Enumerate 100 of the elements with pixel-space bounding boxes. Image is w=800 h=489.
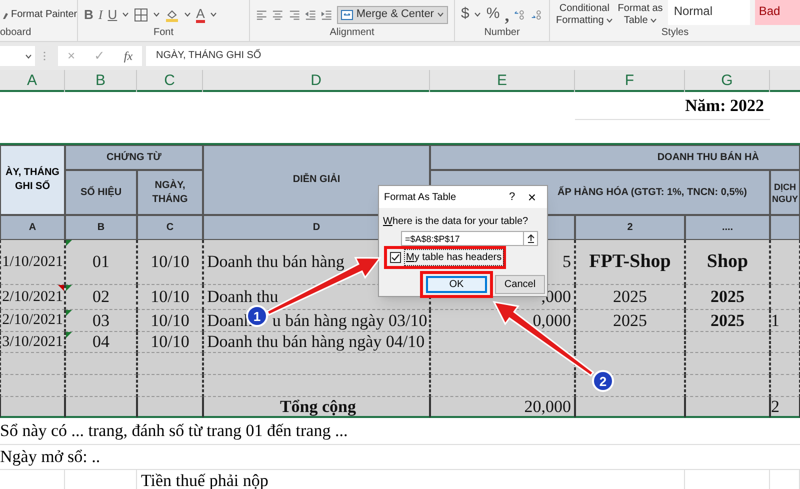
table-cell bbox=[137, 397, 203, 418]
decrease-decimal-icon[interactable] bbox=[531, 8, 543, 22]
header-cell: A bbox=[0, 215, 65, 240]
decrease-indent-icon[interactable] bbox=[304, 10, 316, 20]
header-cell: 2 bbox=[575, 215, 685, 240]
cancel-button[interactable]: Cancel bbox=[495, 275, 545, 294]
table-cell: 10/10 bbox=[137, 332, 203, 353]
table-cell: 1/10/2021 bbox=[0, 240, 65, 285]
table-cell: 02 bbox=[65, 285, 137, 310]
error-indicator-icon bbox=[66, 310, 72, 316]
table-cell: 04 bbox=[65, 332, 137, 353]
column-header[interactable]: C bbox=[137, 70, 203, 92]
header-cell: SỐ HIỆU bbox=[65, 170, 137, 215]
normal-style-button[interactable]: Normal bbox=[668, 0, 750, 24]
merge-center-button[interactable]: Merge & Center bbox=[337, 6, 448, 24]
group-label: oboard bbox=[0, 27, 32, 39]
dropdown-caret-icon[interactable] bbox=[606, 18, 613, 23]
table-cell: Tổng cộng bbox=[203, 397, 430, 418]
table-cell: 2/10/2021 bbox=[0, 285, 65, 310]
cell-text: Doanh thu bbox=[207, 286, 278, 308]
error-indicator-icon bbox=[66, 240, 72, 246]
percent-button[interactable]: % bbox=[486, 3, 500, 26]
align-center-icon[interactable] bbox=[272, 10, 284, 20]
format-painter-button[interactable]: Format Painter bbox=[1, 7, 78, 22]
table-cell bbox=[65, 353, 137, 375]
bad-style-button[interactable]: Bad bbox=[754, 0, 800, 24]
table-cell bbox=[770, 353, 800, 375]
drag-handle-icon[interactable] bbox=[43, 51, 46, 61]
header-cell: C bbox=[137, 215, 203, 240]
group-label: Font bbox=[152, 27, 174, 39]
font-color-button[interactable]: A bbox=[196, 6, 205, 22]
cell-text: u bán hàng ngày 03/10 bbox=[272, 310, 428, 332]
table-cell bbox=[770, 285, 800, 310]
help-button[interactable]: ? bbox=[502, 188, 522, 206]
table-cell bbox=[65, 375, 137, 397]
increase-decimal-icon[interactable] bbox=[514, 8, 526, 22]
table-cell: Shop bbox=[685, 240, 770, 285]
group-label: Number bbox=[483, 27, 521, 39]
align-right-icon[interactable] bbox=[288, 10, 300, 20]
header-cell: ÀY, THÁNG GHI SỐ bbox=[0, 145, 65, 215]
close-button[interactable]: × bbox=[522, 186, 542, 208]
ok-button[interactable]: OK bbox=[426, 276, 487, 293]
dropdown-caret-icon[interactable] bbox=[153, 12, 160, 17]
merge-cells-icon[interactable] bbox=[341, 10, 354, 20]
dropdown-caret-icon[interactable] bbox=[650, 18, 657, 23]
table-cell bbox=[137, 375, 203, 397]
align-left-icon[interactable] bbox=[256, 10, 268, 20]
dropdown-caret-icon[interactable] bbox=[184, 12, 192, 17]
dropdown-caret-icon[interactable] bbox=[474, 12, 482, 17]
column-header[interactable]: F bbox=[575, 70, 685, 92]
header-cell: DOANH THU BÁN HÀ bbox=[430, 145, 800, 170]
range-field[interactable]: =$A$8:$P$17 bbox=[401, 231, 538, 246]
table-cell bbox=[0, 375, 65, 397]
dropdown-caret-icon[interactable] bbox=[25, 54, 32, 58]
table-cell: 01 bbox=[65, 240, 137, 285]
table-cell: 2025 bbox=[685, 310, 770, 332]
column-header[interactable]: E bbox=[430, 70, 575, 92]
formula-input[interactable]: NGÀY, THÁNG GHI SỐ bbox=[146, 46, 800, 66]
table-cell: 3/10/2021 bbox=[0, 332, 65, 353]
dropdown-caret-icon[interactable] bbox=[210, 12, 217, 17]
table-cell: 1 bbox=[770, 310, 800, 332]
checkbox-label[interactable]: My table has headers bbox=[404, 249, 504, 266]
collapse-dialog-button[interactable] bbox=[523, 232, 537, 245]
table-cell: 2/10/2021 bbox=[0, 310, 65, 332]
bold-button[interactable]: B bbox=[84, 4, 94, 24]
increase-indent-icon[interactable] bbox=[321, 10, 332, 20]
note-text: Sổ này có ... trang, đánh số từ trang 01 đến trang ... bbox=[0, 418, 800, 445]
format-as-table-button[interactable]: Format as Table bbox=[618, 2, 663, 26]
header-cell: B bbox=[65, 215, 137, 240]
borders-icon[interactable] bbox=[134, 8, 148, 22]
conditional-formatting-button[interactable]: Conditional Formatting bbox=[556, 2, 613, 26]
header-cell: CHỨNG TỪ bbox=[65, 145, 203, 170]
column-header[interactable]: B bbox=[65, 70, 137, 92]
table-cell bbox=[770, 332, 800, 353]
table-cell: 03 bbox=[65, 310, 137, 332]
insert-function-button[interactable]: fx bbox=[124, 47, 133, 65]
italic-button[interactable]: I bbox=[98, 4, 103, 24]
dropdown-caret-icon[interactable] bbox=[436, 12, 444, 17]
dropdown-caret-icon[interactable] bbox=[122, 12, 130, 17]
underline-button[interactable]: U bbox=[108, 4, 118, 24]
header-cell bbox=[770, 215, 800, 240]
error-indicator-icon bbox=[66, 285, 72, 291]
currency-button[interactable]: $ bbox=[461, 3, 470, 26]
fill-color-icon[interactable] bbox=[165, 8, 180, 22]
upload-arrow-icon[interactable] bbox=[526, 234, 534, 243]
table-cell bbox=[770, 375, 800, 397]
cell-text: Doanh thu bán hàng ngày 04/10 bbox=[207, 331, 425, 354]
table-cell: FPT-Shop bbox=[575, 240, 685, 285]
column-header[interactable]: G bbox=[685, 70, 770, 92]
table-cell bbox=[65, 397, 137, 418]
table-cell bbox=[137, 353, 203, 375]
header-cell: DỊCH NGUY bbox=[770, 170, 800, 215]
cell-text: Doanh thu bán hàng bbox=[207, 251, 344, 274]
column-header[interactable]: A bbox=[0, 70, 65, 92]
table-cell: 10/10 bbox=[137, 240, 203, 285]
comma-style-button[interactable]: , bbox=[504, 4, 510, 24]
table-cell: 2025 bbox=[575, 310, 685, 332]
column-header[interactable]: D bbox=[203, 70, 430, 92]
group-label: Styles bbox=[660, 27, 690, 39]
table-cell: 10/10 bbox=[137, 285, 203, 310]
